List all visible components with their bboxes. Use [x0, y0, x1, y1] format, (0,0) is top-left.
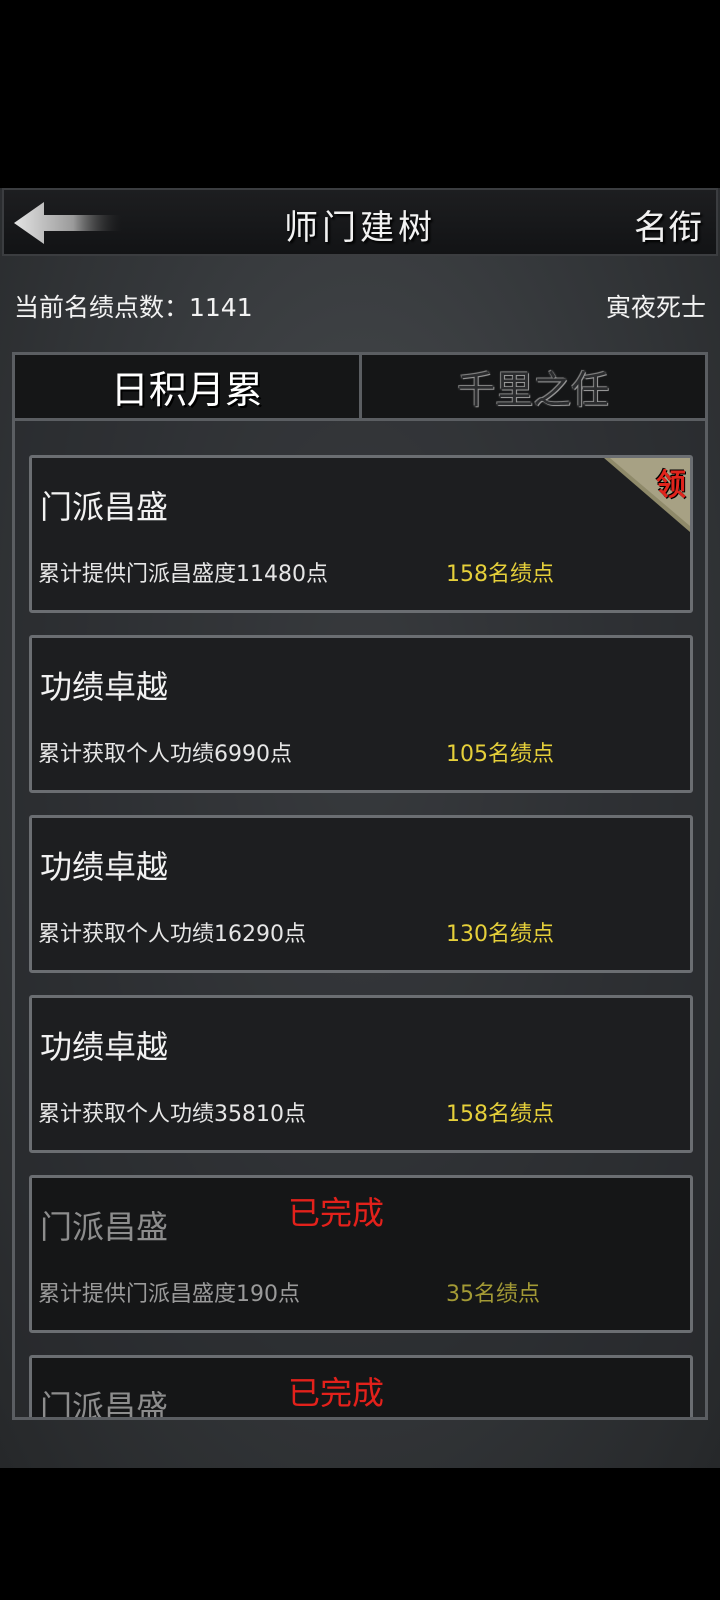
title-button[interactable]: 名衔: [634, 200, 702, 249]
task-list[interactable]: 门派昌盛 累计提供门派昌盛度11480点 158名绩点 领 功绩卓越 累计获取个…: [15, 421, 705, 1417]
task-reward: 130名绩点: [446, 922, 554, 947]
claim-badge[interactable]: 领: [656, 460, 686, 504]
task-card-completed[interactable]: 门派昌盛 已完成 累计提供门派昌盛度190点 35名绩点: [29, 1175, 693, 1333]
task-card[interactable]: 门派昌盛 累计提供门派昌盛度11480点 158名绩点 领: [29, 455, 693, 613]
title-bar: 师门建树 名衔: [2, 188, 718, 256]
task-card[interactable]: 功绩卓越 累计获取个人功绩6990点 105名绩点: [29, 635, 693, 793]
task-desc: 累计获取个人功绩6990点: [38, 742, 292, 767]
task-name: 功绩卓越: [40, 848, 169, 886]
task-name: 门派昌盛: [40, 1388, 169, 1417]
task-name: 门派昌盛: [40, 1208, 169, 1246]
task-panel: 日积月累 千里之任 门派昌盛 累计提供门派昌盛度11480点 158名绩点 领 …: [12, 352, 708, 1420]
task-card[interactable]: 功绩卓越 累计获取个人功绩16290点 130名绩点: [29, 815, 693, 973]
task-reward: 105名绩点: [446, 742, 554, 767]
task-reward: 158名绩点: [446, 562, 554, 587]
player-name: 寅夜死士: [605, 293, 706, 322]
task-desc: 累计提供门派昌盛度190点: [38, 1282, 300, 1307]
completed-label: 已完成: [288, 1374, 385, 1412]
task-name: 功绩卓越: [40, 1028, 169, 1066]
task-desc: 累计提供门派昌盛度11480点: [38, 562, 328, 587]
points-count: 当前名绩点数：1141: [14, 293, 253, 322]
completed-label: 已完成: [288, 1194, 385, 1232]
task-reward: 158名绩点: [446, 1102, 554, 1127]
task-name: 功绩卓越: [40, 668, 169, 706]
task-card-completed[interactable]: 门派昌盛 已完成: [29, 1355, 693, 1417]
task-name: 门派昌盛: [40, 488, 169, 526]
task-desc: 累计获取个人功绩35810点: [38, 1102, 306, 1127]
tab-journey[interactable]: 千里之任: [358, 355, 705, 421]
app-screen: 师门建树 名衔 当前名绩点数：1141 寅夜死士 日积月累 千里之任 门派昌盛 …: [0, 188, 720, 1468]
task-card[interactable]: 功绩卓越 累计获取个人功绩35810点 158名绩点: [29, 995, 693, 1153]
task-desc: 累计获取个人功绩16290点: [38, 922, 306, 947]
task-reward: 35名绩点: [446, 1282, 540, 1307]
tab-daily[interactable]: 日积月累: [15, 355, 359, 421]
tab-bar: 日积月累 千里之任: [15, 355, 705, 421]
bottom-bar: [0, 1468, 720, 1600]
page-title: 师门建树: [284, 208, 436, 248]
